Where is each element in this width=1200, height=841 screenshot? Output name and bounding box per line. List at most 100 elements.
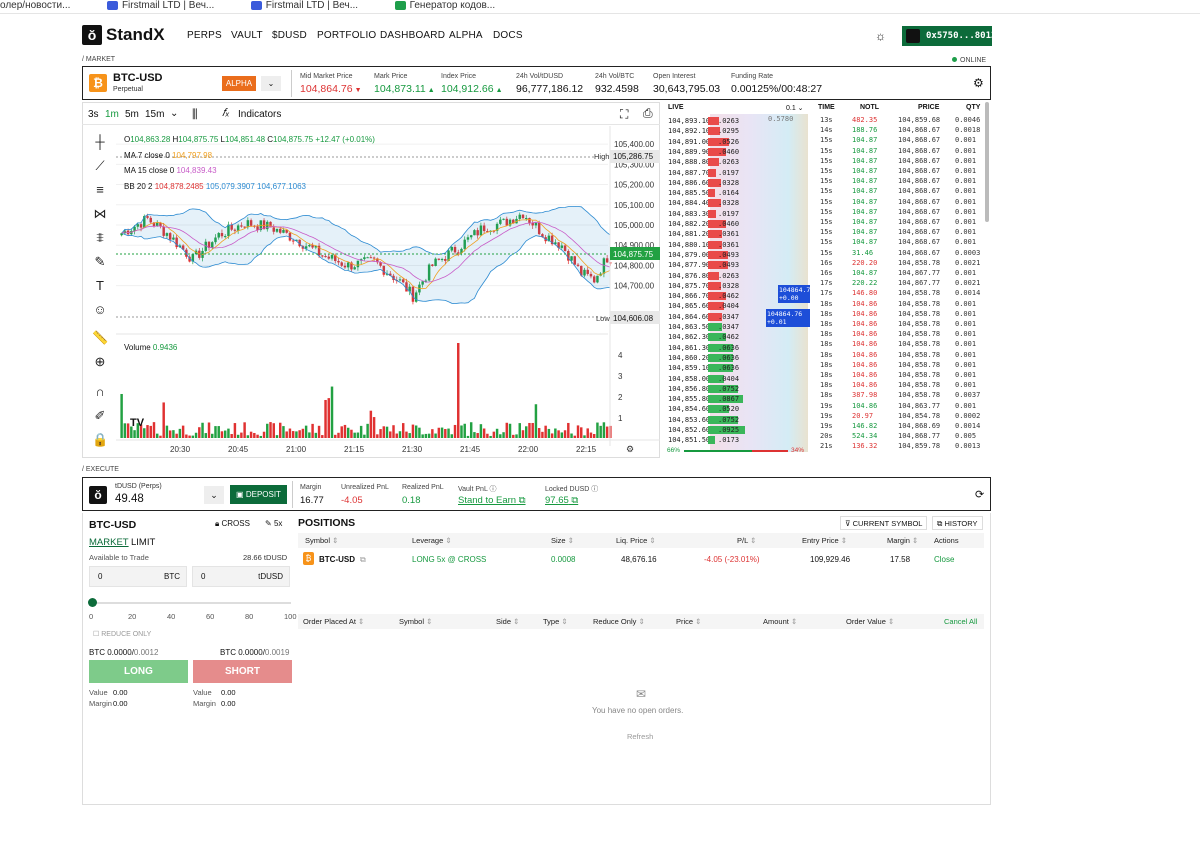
- ask-row[interactable]: 104,891.00 .0526: [664, 137, 812, 147]
- info-icon[interactable]: ⓘ: [488, 486, 497, 493]
- bookmark-3[interactable]: Firstmail LTD | Веч...: [250, 1, 358, 11]
- lock-icon[interactable]: 🔒: [92, 432, 108, 448]
- horizontal-lines-icon[interactable]: ≡: [92, 182, 108, 198]
- tab-market[interactable]: MARKET: [89, 537, 129, 548]
- positions-column-header[interactable]: Liq. Price ⇕: [616, 536, 656, 545]
- history-button[interactable]: ⧉ HISTORY: [932, 516, 983, 530]
- reduce-only-checkbox[interactable]: ☐ REDUCE ONLY: [93, 630, 151, 638]
- ask-row[interactable]: 104,879.00 .0493: [664, 250, 812, 260]
- position-link-icon[interactable]: ⧉: [360, 555, 366, 565]
- ask-row[interactable]: 104,886.60 .0328: [664, 178, 812, 188]
- ask-row[interactable]: 104,887.70 .0197: [664, 168, 812, 178]
- ask-row[interactable]: 104,876.80 .0263: [664, 271, 812, 281]
- nav-alpha[interactable]: ALPHA: [449, 30, 483, 41]
- ask-row[interactable]: 104,885.50 .0164: [664, 188, 812, 198]
- bid-row[interactable]: 104,856.80 .0752: [664, 384, 812, 394]
- nav-dashboard[interactable]: DASHBOARD: [380, 30, 445, 41]
- brush-icon[interactable]: ✎: [92, 254, 108, 270]
- ask-row[interactable]: 104,889.90 .0460: [664, 147, 812, 157]
- slider-handle[interactable]: [88, 598, 97, 607]
- positions-column-header[interactable]: Size ⇕: [551, 536, 574, 545]
- interval-dropdown-chevron-icon[interactable]: ⌄: [170, 108, 178, 119]
- size-slider[interactable]: [91, 602, 291, 604]
- position-symbol[interactable]: BTC-USD: [319, 555, 355, 564]
- ask-row[interactable]: 104,883.30 .0197: [664, 209, 812, 219]
- theme-toggle-icon[interactable]: ☼: [875, 29, 886, 43]
- positions-column-header[interactable]: Actions: [934, 536, 959, 545]
- orders-column-header[interactable]: Symbol ⇕: [399, 617, 432, 626]
- ask-row[interactable]: 104,892.10 .0295: [664, 126, 812, 136]
- bookmark-4[interactable]: Генератор кодов...: [394, 1, 495, 11]
- positions-column-header[interactable]: Margin ⇕: [887, 536, 918, 545]
- qty-btc-input[interactable]: 0 BTC: [89, 566, 187, 587]
- indicators-icon[interactable]: 𝑓ₓ: [222, 107, 230, 120]
- crosshair-icon[interactable]: ┼: [92, 134, 108, 150]
- orders-column-header[interactable]: Side ⇕: [496, 617, 519, 626]
- bid-row[interactable]: 104,861.30 .0636: [664, 343, 812, 353]
- zoom-in-icon[interactable]: ⊕: [92, 354, 108, 370]
- orders-column-header[interactable]: Order Value ⇕: [846, 617, 894, 626]
- bid-row[interactable]: 104,852.60 .0925: [664, 425, 812, 435]
- ask-row[interactable]: 104,880.10 .0361: [664, 240, 812, 250]
- pattern-icon[interactable]: ⋈: [92, 206, 108, 222]
- account-stat-value[interactable]: Stand to Earn ⧉: [458, 495, 526, 506]
- market-dropdown-chevron-icon[interactable]: ⌄: [261, 76, 281, 91]
- positions-column-header[interactable]: P/L ⇕: [737, 536, 756, 545]
- price-chart[interactable]: 105,400.00105,300.00105,200.00105,100.00…: [116, 126, 660, 458]
- qty-tdusd-input[interactable]: 0 tDUSD: [192, 566, 290, 587]
- cancel-all-button[interactable]: Cancel All: [944, 617, 977, 626]
- trades-scrollbar[interactable]: [985, 102, 989, 222]
- refresh-icon[interactable]: ⟳: [975, 488, 984, 501]
- nav-vault[interactable]: VAULT: [231, 30, 263, 41]
- bookmark-2[interactable]: Firstmail LTD | Веч...: [106, 1, 214, 11]
- bid-row[interactable]: 104,858.00 .0404: [664, 374, 812, 384]
- info-icon[interactable]: ⓘ: [589, 486, 598, 493]
- bid-row[interactable]: 104,854.60 .0520: [664, 404, 812, 414]
- text-tool-icon[interactable]: T: [92, 278, 108, 294]
- positions-column-header[interactable]: Symbol ⇕: [305, 536, 338, 545]
- magnet-icon[interactable]: ∩: [92, 384, 108, 400]
- indicators-button[interactable]: Indicators: [238, 109, 281, 120]
- tab-limit[interactable]: LIMIT: [131, 537, 155, 548]
- interval-5m[interactable]: 5m: [125, 109, 139, 120]
- current-symbol-filter[interactable]: ⊽ CURRENT SYMBOL: [840, 516, 928, 530]
- fullscreen-icon[interactable]: ⛶: [620, 107, 628, 122]
- orders-column-header[interactable]: Amount ⇕: [763, 617, 797, 626]
- nav-docs[interactable]: DOCS: [493, 30, 523, 41]
- market-symbol[interactable]: BTC-USD: [113, 72, 163, 84]
- chart-settings-icon[interactable]: ⚙: [626, 444, 634, 454]
- positions-column-header[interactable]: Leverage ⇕: [412, 536, 452, 545]
- ask-row[interactable]: 104,881.20 .0361: [664, 229, 812, 239]
- leverage-button[interactable]: ✎ 5x: [265, 519, 282, 528]
- fib-tool-icon[interactable]: ⩨: [92, 230, 108, 246]
- nav-perps[interactable]: PERPS: [187, 30, 222, 41]
- orders-column-header[interactable]: Price ⇕: [676, 617, 701, 626]
- orderbook-step-select[interactable]: 0.1 ⌄: [786, 104, 804, 112]
- short-button[interactable]: SHORT: [193, 660, 292, 683]
- interval-3s[interactable]: 3s: [88, 109, 99, 120]
- ask-row[interactable]: 104,882.20 .0460: [664, 219, 812, 229]
- nav-dusd[interactable]: $DUSD: [272, 30, 307, 41]
- positions-column-header[interactable]: Entry Price ⇕: [802, 536, 847, 545]
- interval-15m[interactable]: 15m: [145, 109, 164, 120]
- bid-row[interactable]: 104,855.80 .0867: [664, 394, 812, 404]
- margin-mode-button[interactable]: 🔒︎ CROSS: [215, 519, 250, 529]
- close-position-button[interactable]: Close: [934, 555, 954, 564]
- logo-icon[interactable]: ŏ: [82, 25, 102, 45]
- trendline-icon[interactable]: ⟋: [92, 158, 108, 174]
- screenshot-camera-icon[interactable]: ⎙: [643, 106, 653, 121]
- ask-row[interactable]: 104,877.90 .0493: [664, 260, 812, 270]
- settings-gear-icon[interactable]: ⚙: [973, 76, 984, 90]
- logo-text[interactable]: StandX: [106, 25, 165, 45]
- bid-row[interactable]: 104,859.10 .0636: [664, 363, 812, 373]
- deposit-button[interactable]: ▣ DEPOSIT: [230, 485, 287, 504]
- bid-row[interactable]: 104,860.20 .0636: [664, 353, 812, 363]
- orders-column-header[interactable]: Type ⇕: [543, 617, 568, 626]
- refresh-orders-link[interactable]: Refresh: [627, 732, 653, 741]
- orders-column-header[interactable]: Order Placed At ⇕: [303, 617, 364, 626]
- wallet-button[interactable]: 0x5750...8012: [902, 26, 996, 46]
- ask-row[interactable]: 104,884.40 .0328: [664, 198, 812, 208]
- bookmark-1[interactable]: олер/новости...: [0, 1, 70, 11]
- account-stat-value[interactable]: 97.65 ⧉: [545, 495, 578, 506]
- ruler-icon[interactable]: 📏: [92, 330, 108, 346]
